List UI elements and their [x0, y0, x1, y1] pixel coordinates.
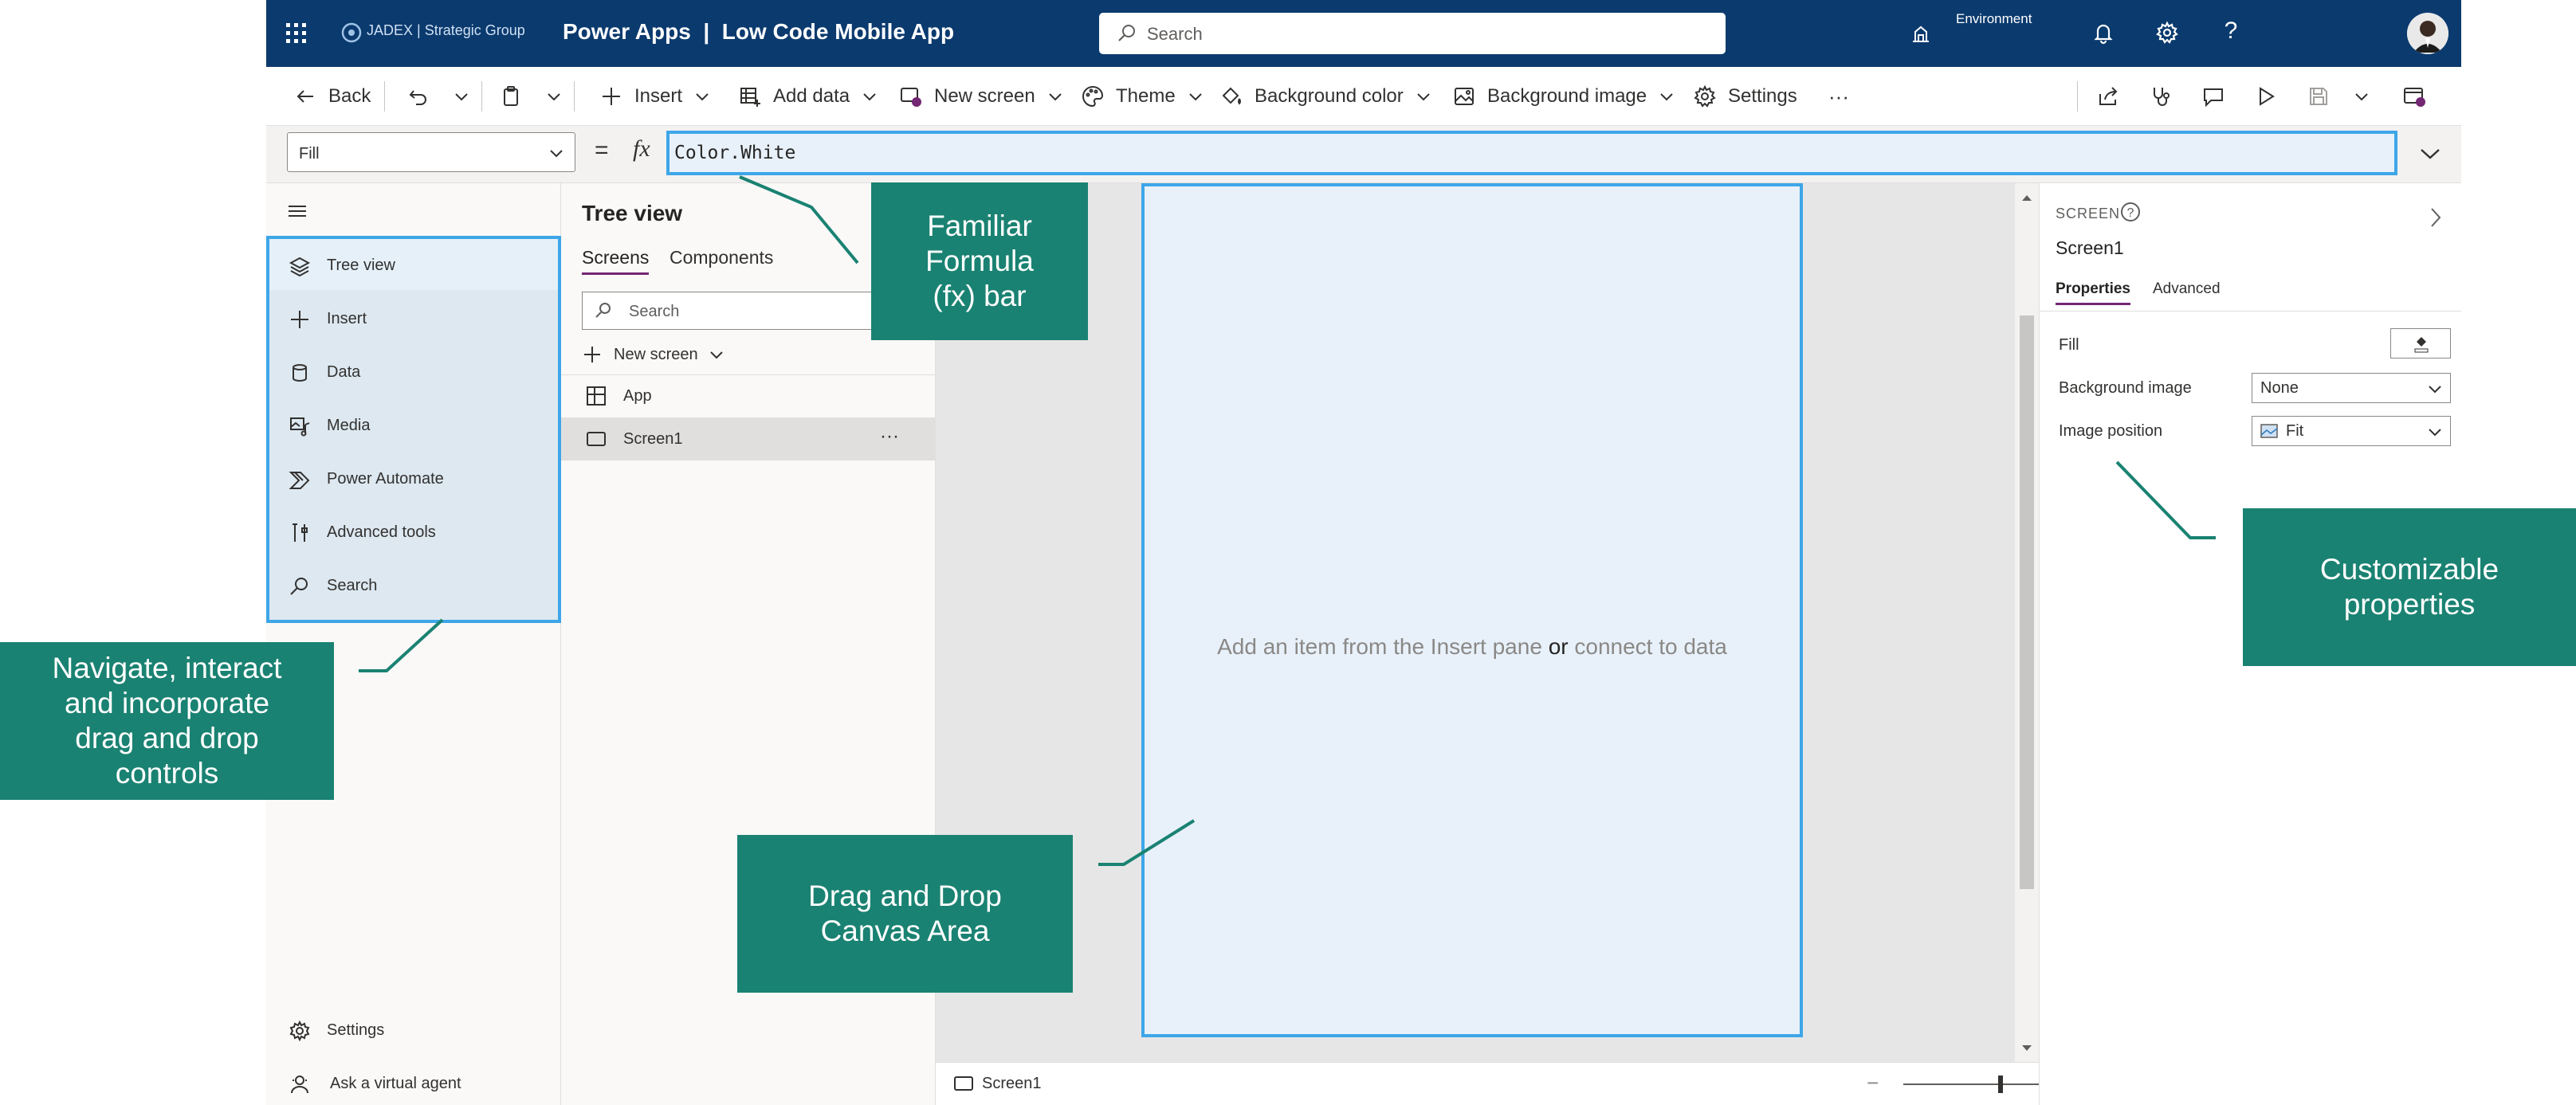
canvas-connector: [1098, 819, 1196, 866]
callout-properties: Customizable properties: [2243, 508, 2576, 666]
callout-formula-bar: Familiar Formula (fx) bar: [871, 182, 1088, 340]
callout-navigation: Navigate, interact and incorporate drag …: [0, 642, 334, 800]
callout-canvas: Drag and Drop Canvas Area: [737, 835, 1073, 993]
callout-connectors: [359, 175, 2216, 866]
formula-connector: [739, 175, 859, 264]
properties-connector: [2115, 460, 2216, 539]
nav-connector: [359, 618, 444, 672]
